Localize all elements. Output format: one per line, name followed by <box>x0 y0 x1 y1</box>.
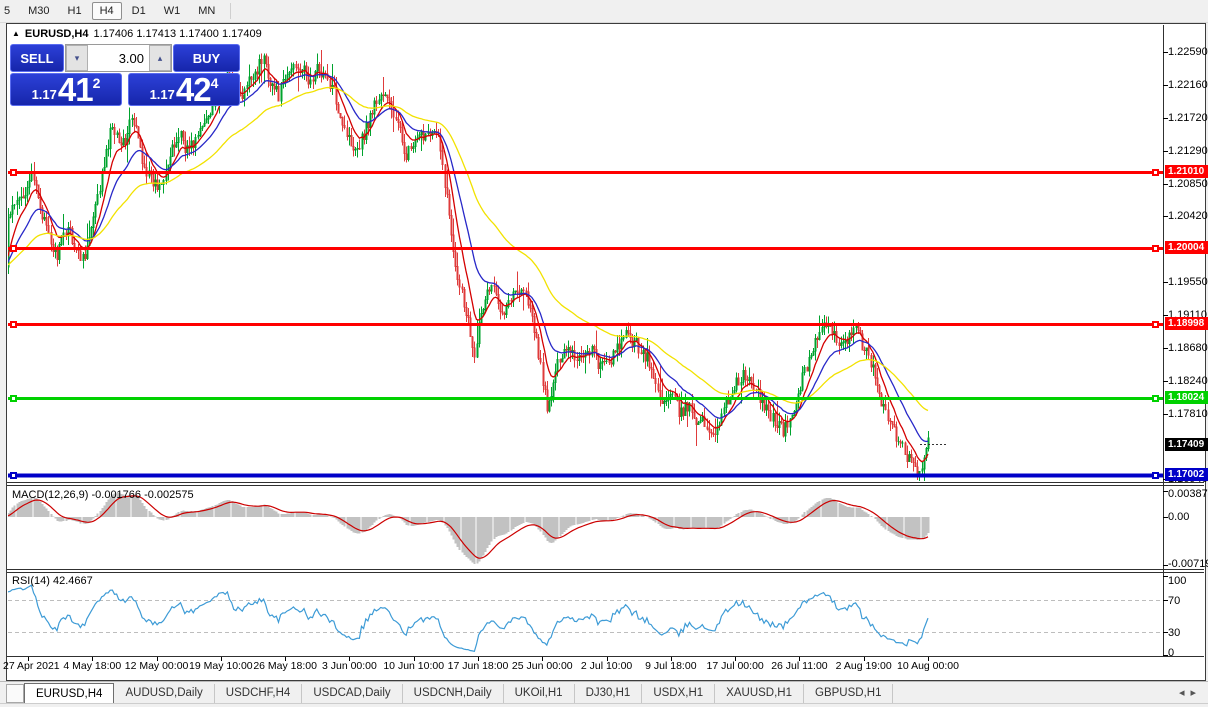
rsi-name: RSI(14) <box>12 575 50 587</box>
price-tick-label: 1.18680 <box>1168 341 1208 354</box>
one-click-trade-panel: SELL ▾ ▴ BUY 1.17 41 2 1.17 42 4 <box>10 44 240 106</box>
price-tick-label: 1.18240 <box>1168 375 1208 388</box>
rsi-tick-label: 0 <box>1168 647 1175 659</box>
chart-symbol-label: EURUSD,H4 <box>24 28 89 40</box>
chart-tab-bar: EURUSD,H4 AUDUSD,Daily USDCHF,H4 USDCAD,Dai… <box>0 681 1208 706</box>
chart-tab-usdcnh-daily[interactable]: USDCNH,Daily <box>403 684 504 703</box>
hline-handle-dot <box>1154 247 1157 250</box>
volume-down-button[interactable]: ▾ <box>66 45 88 71</box>
macd-tick-label: -0.00719 <box>1168 558 1208 570</box>
volume-up-button[interactable]: ▴ <box>149 45 171 71</box>
date-axis-label: 27 Apr 2021 <box>3 660 60 672</box>
rsi-tick-label: 70 <box>1168 595 1181 607</box>
mt4-workspace: 5 M30 H1 H4 D1 W1 MN ▲ EURUSD,H4 1.17406 1.174… <box>0 0 1208 707</box>
price-tick-label: 1.22590 <box>1168 46 1208 59</box>
chart-tab-dj30-h1[interactable]: DJ30,H1 <box>575 684 643 703</box>
price-tick-label: 1.22160 <box>1168 78 1208 91</box>
hline-handle-dot <box>12 247 15 250</box>
chart-title-bar: ▲ EURUSD,H4 1.17406 1.17413 1.17400 1.17… <box>12 27 262 41</box>
volume-down-icon: ▾ <box>74 52 80 63</box>
sell-price-pip: 2 <box>92 75 101 91</box>
hline-handle-dot <box>12 474 15 477</box>
macd-signal-value: -0.002575 <box>144 489 194 501</box>
price-tick-label: 1.21720 <box>1168 112 1208 125</box>
price-badge-1.20004: 1.20004 <box>1165 241 1208 255</box>
buy-price-display[interactable]: 1.17 42 4 <box>128 73 240 106</box>
chart-tab-usdchf-h4[interactable]: USDCHF,H4 <box>215 684 303 703</box>
hline-handle-dot <box>12 171 15 174</box>
hline-handle-dot <box>12 397 15 400</box>
date-axis-label: 3 Jun 00:00 <box>321 660 377 672</box>
sell-price-prefix: 1.17 <box>31 87 57 102</box>
date-axis-label: 17 Jul 00:00 <box>706 660 764 672</box>
macd-tick-label: 0.003873 <box>1168 488 1208 500</box>
tab-next-icon[interactable]: ▸ <box>1190 687 1202 699</box>
rsi-line <box>8 584 929 652</box>
rsi-label: RSI(14) 42.4667 <box>12 575 93 587</box>
sell-price-main: 41 <box>57 70 94 108</box>
volume-up-icon: ▴ <box>157 52 163 63</box>
price-tick-label: 1.17810 <box>1168 407 1208 420</box>
date-axis-label: 2 Aug 19:00 <box>835 660 892 672</box>
macd-tick-label: 0.00 <box>1168 511 1190 523</box>
hline-handle-dot <box>1154 171 1157 174</box>
date-axis-label: 9 Jul 18:00 <box>645 660 697 672</box>
price-badge-1.18024: 1.18024 <box>1165 391 1208 405</box>
price-tick-label: 1.19550 <box>1168 276 1208 289</box>
date-axis-label: 4 May 18:00 <box>63 660 122 672</box>
rsi-value: 42.4667 <box>52 575 93 587</box>
hline-handle-dot <box>1154 323 1157 326</box>
macd-label: MACD(12,26,9) -0.001766 -0.002575 <box>12 489 194 501</box>
buy-price-prefix: 1.17 <box>149 87 175 102</box>
status-bar <box>0 703 1208 707</box>
date-axis-label: 26 May 18:00 <box>253 660 317 672</box>
sell-price-display[interactable]: 1.17 41 2 <box>10 73 122 106</box>
tab-prev-icon[interactable]: ◂ <box>1179 687 1191 699</box>
macd-name: MACD(12,26,9) <box>12 489 89 501</box>
price-tick-label: 1.20420 <box>1168 210 1208 223</box>
tab-nav: ◂▸ <box>1179 686 1202 699</box>
price-tick-label: 1.20850 <box>1168 177 1208 190</box>
date-axis-label: 26 Jul 11:00 <box>771 660 828 672</box>
buy-button[interactable]: BUY <box>173 44 240 72</box>
date-axis-label: 17 Jun 18:00 <box>447 660 509 672</box>
volume-input[interactable] <box>88 45 149 71</box>
date-axis-label: 10 Jun 10:00 <box>383 660 445 672</box>
current-price-badge: 1.17409 <box>1165 437 1208 451</box>
rsi-tick-label: 30 <box>1168 627 1181 639</box>
price-badge-1.17002: 1.17002 <box>1165 468 1208 482</box>
price-tick-label: 1.21290 <box>1168 144 1208 157</box>
buy-price-pip: 4 <box>210 75 219 91</box>
collapse-panel-icon[interactable]: ▲ <box>12 30 20 38</box>
hline-handle-dot <box>1154 397 1157 400</box>
price-badge-1.18998: 1.18998 <box>1165 317 1208 331</box>
hline-handle-dot <box>1154 474 1157 477</box>
buy-price-main: 42 <box>175 70 212 108</box>
date-axis-label: 10 Aug 00:00 <box>897 660 959 672</box>
price-badge-1.21010: 1.21010 <box>1165 165 1208 179</box>
rsi-tick-label: 100 <box>1168 575 1187 587</box>
moving-average-medium <box>8 73 929 443</box>
tab-scroll-stub[interactable] <box>6 684 24 703</box>
date-axis-label: 2 Jul 10:00 <box>580 660 633 672</box>
chart-tab-usdx-h1[interactable]: USDX,H1 <box>642 684 716 703</box>
volume-spinner: ▾ ▴ <box>65 44 172 72</box>
chart-tab-audusd-daily[interactable]: AUDUSD,Daily <box>114 684 215 703</box>
date-axis-label: 12 May 00:00 <box>124 660 189 672</box>
macd-main-value: -0.001766 <box>91 489 142 501</box>
sell-button[interactable]: SELL <box>10 44 64 72</box>
chart-tab-usdcad-daily[interactable]: USDCAD,Daily <box>302 684 403 703</box>
hline-handle-dot <box>12 323 15 326</box>
chart-tab-gbpusd-h1[interactable]: GBPUSD,H1 <box>804 684 894 703</box>
date-axis-label: 25 Jun 00:00 <box>511 660 573 672</box>
macd-histogram <box>8 492 930 564</box>
date-axis-label: 19 May 10:00 <box>189 660 253 672</box>
chart-tab-ukoil-h1[interactable]: UKOil,H1 <box>504 684 575 703</box>
candles <box>8 49 930 481</box>
chart-ohlc-quotes: 1.17406 1.17413 1.17400 1.17409 <box>93 28 262 40</box>
chart-tab-xauusd-h1[interactable]: XAUUSD,H1 <box>715 684 804 703</box>
